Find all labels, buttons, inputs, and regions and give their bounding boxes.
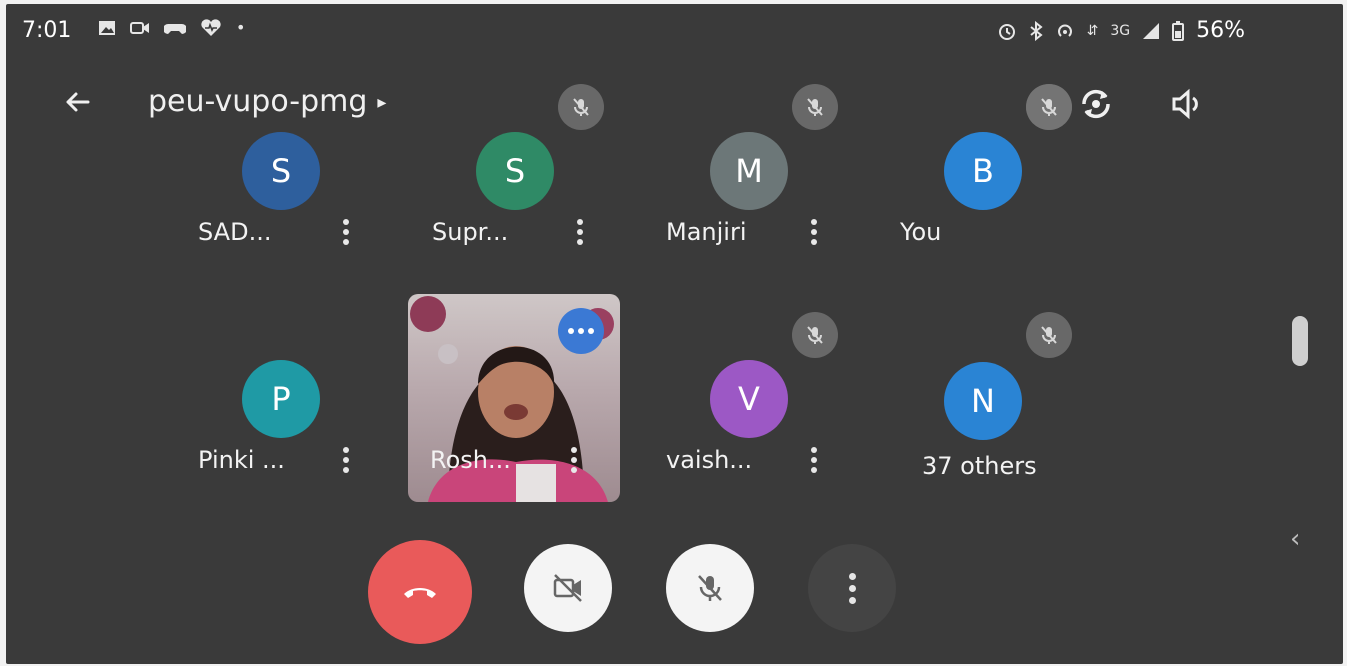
avatar: S [242, 132, 320, 210]
video-call-icon [130, 21, 149, 34]
call-controls [6, 536, 1343, 646]
hang-up-icon [404, 588, 436, 598]
participant-menu-button[interactable] [336, 442, 356, 478]
participant-name: vaish... [666, 446, 753, 474]
avatar: M [710, 132, 788, 210]
bluetooth-icon [1029, 20, 1043, 41]
participant-name: Manjiri [666, 218, 747, 246]
participant-video-tile[interactable]: Rosh... [408, 294, 620, 502]
participant-name: Rosh... [430, 446, 511, 474]
participant-menu-button[interactable] [564, 442, 584, 478]
mic-off-badge [792, 312, 838, 358]
image-icon [99, 20, 115, 35]
avatar-initial: M [735, 152, 763, 190]
more-options-button[interactable] [808, 544, 896, 632]
avatar-initial: S [504, 152, 526, 190]
mic-off-badge [1026, 84, 1072, 130]
avatar-initial: S [270, 152, 292, 190]
alarm-icon [998, 23, 1015, 40]
avatar: P [242, 360, 320, 438]
participant-name: Pinki ... [198, 446, 285, 474]
avatar-initial: V [738, 380, 760, 418]
participant-name: Supr... [432, 218, 509, 246]
camera-toggle-button[interactable] [524, 544, 612, 632]
participant-tile-self[interactable]: B You [874, 82, 1096, 272]
system-status-icons: ⇵ 3G 56% [997, 18, 1245, 43]
participant-menu-button[interactable] [336, 214, 356, 250]
end-call-button[interactable] [368, 540, 472, 644]
mic-off-badge [1026, 312, 1072, 358]
mic-toggle-button[interactable] [666, 544, 754, 632]
game-controller-icon [164, 23, 186, 34]
participant-tile[interactable]: V vaish... [640, 310, 862, 500]
back-arrow-icon[interactable] [58, 82, 98, 122]
participant-tile[interactable]: M Manjiri [640, 82, 1072, 272]
camera-off-icon [553, 574, 582, 602]
battery-icon [1172, 20, 1185, 41]
data-arrows-icon: ⇵ [1086, 22, 1099, 39]
hotspot-icon [1057, 24, 1072, 37]
battery-percent: 56% [1196, 18, 1245, 43]
participant-menu-button[interactable] [804, 442, 824, 478]
avatar-initial: P [271, 380, 291, 418]
mic-off-icon [1041, 98, 1057, 116]
meet-screen: 7:01 • ⇵ 3G 56% peu-vupo-pmg ▸ S SAD... … [6, 4, 1343, 664]
avatar: S [476, 132, 554, 210]
status-bar: 7:01 • ⇵ 3G 56% [6, 4, 1343, 56]
others-tile[interactable]: N 37 others [874, 310, 1096, 500]
scrollbar-thumb[interactable] [1292, 316, 1308, 366]
avatar-initial: B [972, 152, 994, 190]
notification-icons: • [98, 18, 245, 37]
participant-menu-button[interactable] [804, 214, 824, 250]
others-count: 37 others [922, 452, 1037, 480]
avatar: V [710, 360, 788, 438]
more-vert-icon [848, 572, 856, 604]
more-options-badge[interactable] [558, 308, 604, 354]
avatar-initial: N [971, 382, 995, 420]
status-time: 7:01 [22, 18, 72, 43]
participant-menu-button[interactable] [570, 214, 590, 250]
participant-tile[interactable]: P Pinki ... [172, 310, 394, 500]
participant-tile[interactable]: S SAD... [172, 82, 604, 272]
health-heart-icon [201, 18, 221, 36]
mic-off-icon [1041, 326, 1057, 344]
participant-name: SAD... [198, 218, 272, 246]
mic-off-icon [807, 326, 823, 344]
signal-icon [1143, 22, 1160, 39]
network-type: 3G [1110, 22, 1131, 39]
mic-off-icon [698, 575, 722, 601]
avatar: B [944, 132, 1022, 210]
participant-name: You [900, 218, 942, 246]
speaker-icon[interactable] [1166, 82, 1210, 126]
dot-icon: • [236, 18, 246, 37]
participant-tile[interactable]: S Supr... [406, 82, 838, 272]
avatar: N [944, 362, 1022, 440]
